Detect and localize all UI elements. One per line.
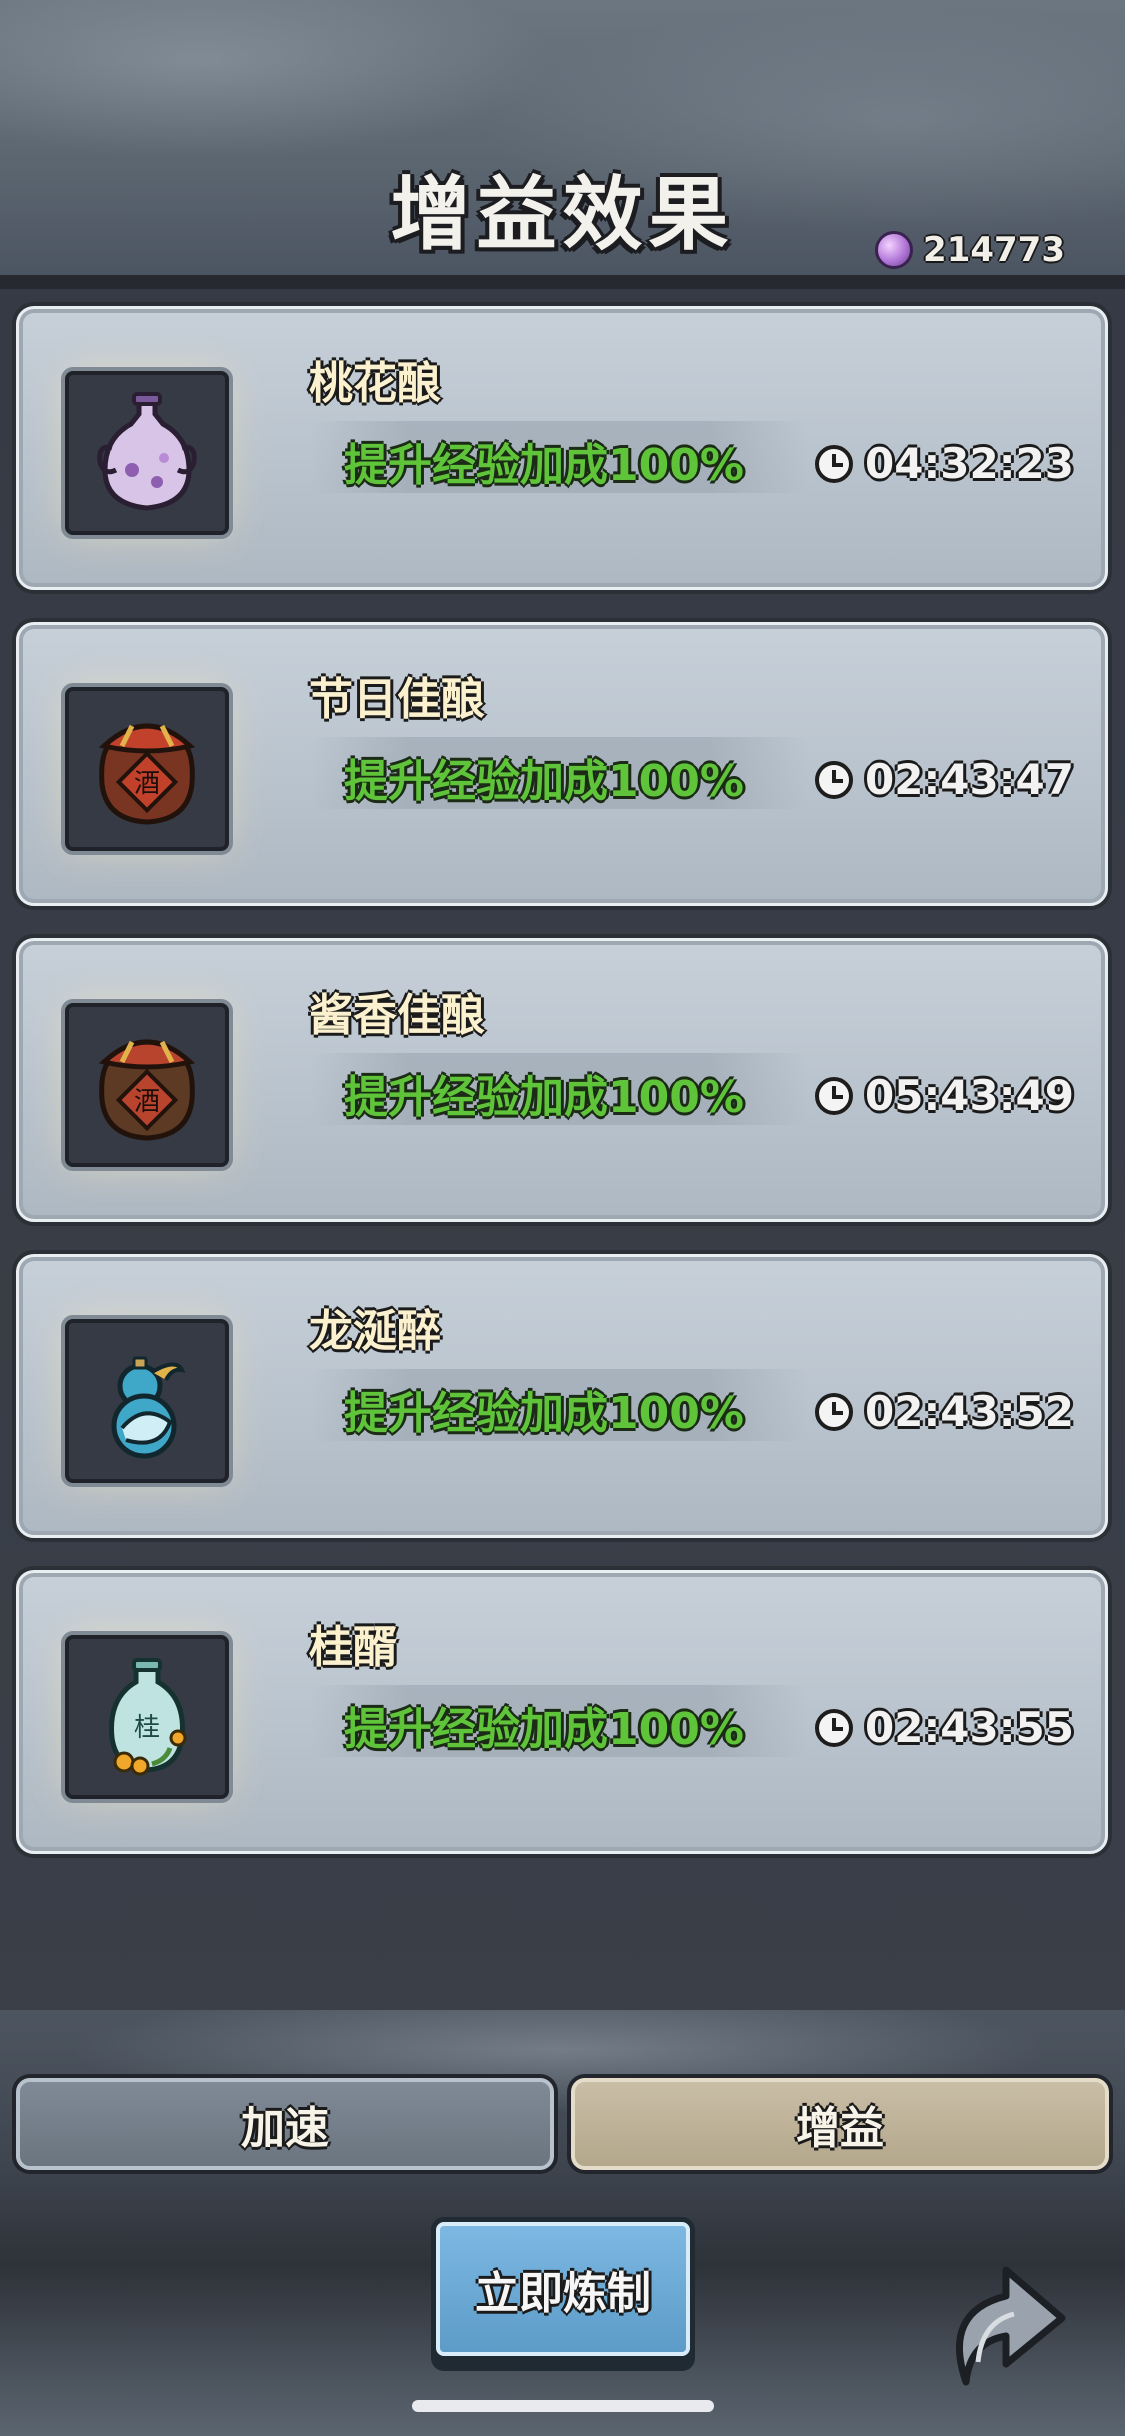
- timer-value: 02:43:47: [865, 755, 1074, 804]
- peach-blossom-wine-vase-icon: [97, 392, 197, 511]
- tab-speed-up[interactable]: 加速: [16, 2078, 554, 2170]
- timer-value: 04:32:23: [865, 439, 1074, 488]
- buff-effect: 提升经验加成100%: [344, 1704, 744, 1755]
- buff-name: 龙涎醉: [309, 1306, 441, 1357]
- tab-boost[interactable]: 增益: [571, 2078, 1109, 2170]
- timer: 02:43:55: [815, 1703, 1074, 1752]
- clock-icon: [815, 444, 853, 483]
- buff-card: 桃花酿 提升经验加成100% 04:32:23: [16, 306, 1108, 590]
- header-divider: [0, 275, 1125, 289]
- currency-value: 214773: [923, 230, 1065, 270]
- svg-text:酒: 酒: [134, 1087, 160, 1117]
- buff-card: 酒 酱香佳酿 提升经验加成100% 05:43:49: [16, 938, 1108, 1222]
- return-arrow-icon: [956, 2266, 1066, 2386]
- festival-wine-jar-icon: 酒: [98, 723, 196, 825]
- buff-card: 龙涎醉 提升经验加成100% 02:43:52: [16, 1254, 1108, 1538]
- refine-now-button[interactable]: 立即炼制: [436, 2222, 690, 2356]
- buff-effect: 提升经验加成100%: [344, 1388, 744, 1439]
- buff-effect: 提升经验加成100%: [344, 1072, 744, 1123]
- timer-value: 05:43:49: [865, 1071, 1074, 1120]
- osmanthus-wine-bottle-icon: 桂: [109, 1658, 187, 1776]
- timer-value: 02:43:52: [865, 1387, 1074, 1436]
- item-frame[interactable]: 酒: [65, 687, 229, 851]
- soy-fragrance-wine-jar-icon: 酒: [98, 1039, 196, 1141]
- clock-icon: [815, 1708, 853, 1747]
- buff-effect: 提升经验加成100%: [344, 756, 744, 807]
- clock-icon: [815, 760, 853, 799]
- item-frame[interactable]: [65, 371, 229, 535]
- buff-effect: 提升经验加成100%: [344, 440, 744, 491]
- currency-display: 214773: [875, 228, 1065, 272]
- timer: 05:43:49: [815, 1071, 1074, 1120]
- item-frame[interactable]: 桂: [65, 1635, 229, 1799]
- svg-text:酒: 酒: [134, 769, 160, 799]
- buff-name: 桂醑: [309, 1622, 397, 1673]
- home-indicator[interactable]: [412, 2400, 714, 2412]
- item-frame[interactable]: [65, 1319, 229, 1483]
- purple-gem-icon: [875, 231, 914, 269]
- svg-text:桂: 桂: [134, 1713, 160, 1743]
- dragon-gourd-icon: [111, 1356, 186, 1459]
- buff-card: 桂 桂醑 提升经验加成100% 02:43:55: [16, 1570, 1108, 1854]
- buff-name: 酱香佳酿: [309, 990, 485, 1041]
- return-button[interactable]: [936, 2242, 1076, 2392]
- clock-icon: [815, 1076, 853, 1115]
- timer: 02:43:47: [815, 755, 1074, 804]
- buff-name: 节日佳酿: [309, 674, 485, 725]
- buff-card: 酒 节日佳酿 提升经验加成100% 02:43:47: [16, 622, 1108, 906]
- timer: 04:32:23: [815, 439, 1074, 488]
- item-frame[interactable]: 酒: [65, 1003, 229, 1167]
- timer-value: 02:43:55: [865, 1703, 1074, 1752]
- timer: 02:43:52: [815, 1387, 1074, 1436]
- buff-name: 桃花酿: [309, 358, 441, 409]
- clock-icon: [815, 1392, 853, 1431]
